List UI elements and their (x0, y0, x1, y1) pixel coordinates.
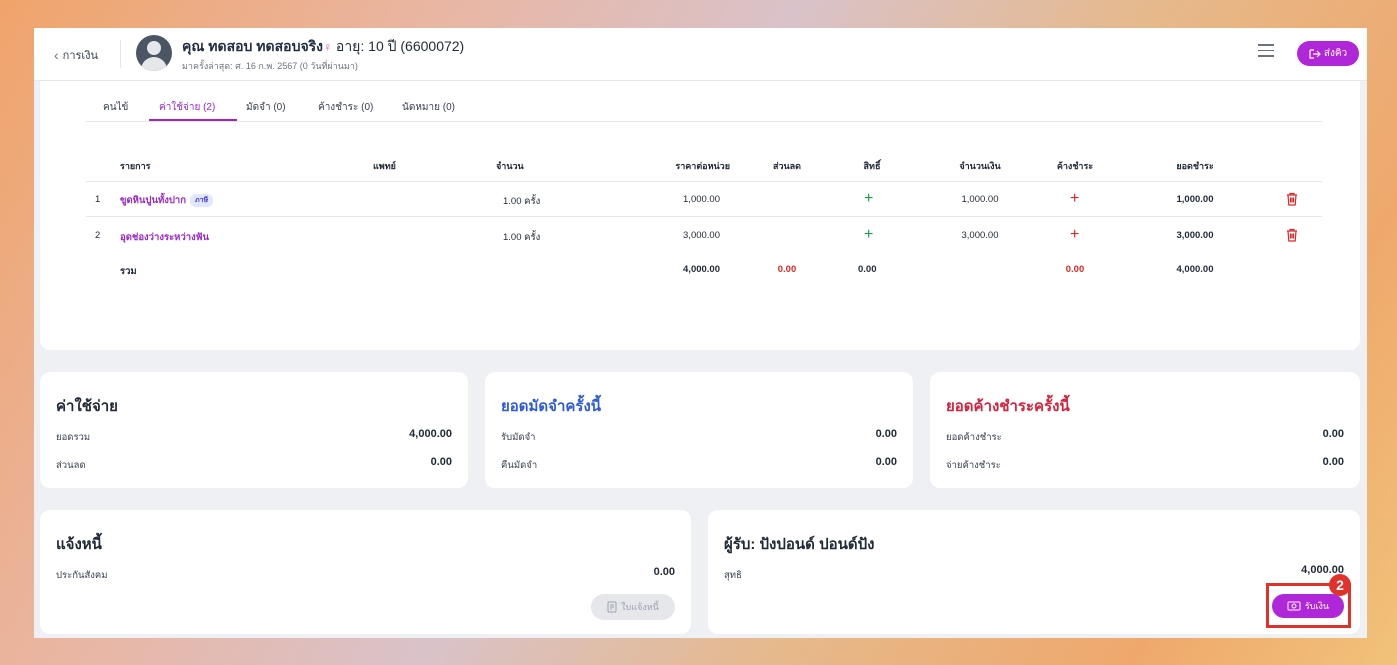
row-unit-price: 1,000.00 (683, 194, 720, 205)
add-outstanding-icon[interactable]: + (1070, 191, 1079, 207)
net-label: สุทธิ (724, 570, 742, 581)
card-title: แจ้งหนี้ (56, 536, 102, 553)
tab-deposit[interactable]: มัดจำ (0) (246, 100, 286, 115)
tab-expenses[interactable]: ค่าใช้จ่าย (2) (159, 100, 215, 115)
tab-patient[interactable]: คนไข้ (103, 100, 128, 115)
add-rights-icon[interactable]: + (864, 191, 873, 207)
col-header-amount: จำนวนเงิน (959, 161, 1001, 171)
total-outstanding: 0.00 (1065, 264, 1085, 275)
row-payable: 1,000.00 (1176, 194, 1214, 205)
debt-card: แจ้งหนี้ ประกันสังคม 0.00 ใบแจ้งหนี้ (40, 510, 691, 634)
menu-icon[interactable] (1258, 44, 1274, 58)
card-title: ยอดค้างชำระครั้งนี้ (946, 398, 1070, 415)
patient-header: ‹ การเงิน คุณ ทดสอบ ทดสอบจริง♀ อายุ: 10 … (34, 28, 1367, 81)
payment-card: ผู้รับ: ปังปอนด์ ปอนด์ปัง สุทธิ 4,000.00… (708, 510, 1360, 634)
document-icon (607, 601, 617, 613)
expense-table-card: คนไข้ ค่าใช้จ่าย (2) มัดจำ (0) ค้างชำระ … (40, 81, 1360, 350)
tab-outstanding[interactable]: ค้างชำระ (0) (318, 100, 373, 115)
row-amount: 3,000.00 (961, 230, 999, 241)
sso-label: ประกันสังคม (56, 570, 108, 581)
total-unit-price: 4,000.00 (683, 264, 720, 275)
table-row-item[interactable]: อุดช่องว่างระหว่างฟัน (120, 230, 209, 245)
outstanding-due-value: 0.00 (1322, 428, 1344, 440)
trash-icon[interactable] (1285, 192, 1299, 206)
patient-name-line: คุณ ทดสอบ ทดสอบจริง♀ อายุ: 10 ปี (660007… (182, 36, 464, 58)
tax-tag: ภาษี (189, 194, 214, 207)
total-label: รวม (120, 266, 137, 277)
discount-value: 0.00 (430, 456, 452, 468)
col-header-outstanding: ค้างชำระ (1056, 161, 1094, 171)
receive-deposit-value: 0.00 (875, 428, 897, 440)
col-header-qty: จำนวน (496, 161, 524, 171)
outstanding-paid-label: จ่ายค้างชำระ (946, 460, 1001, 471)
tab-bar: คนไข้ ค่าใช้จ่าย (2) มัดจำ (0) ค้างชำระ … (86, 81, 1322, 122)
expenses-card: ค่าใช้จ่าย ยอดรวม 4,000.00 ส่วนลด 0.00 (40, 372, 468, 488)
trash-icon[interactable] (1285, 228, 1299, 242)
invoice-button[interactable]: ใบแจ้งหนี้ (591, 594, 675, 620)
row-payable: 3,000.00 (1176, 230, 1214, 241)
female-icon: ♀ (323, 40, 333, 54)
total-rights: 0.00 (858, 264, 877, 275)
discount-label: ส่วนลด (56, 460, 86, 471)
col-header-discount: ส่วนลด (772, 161, 802, 171)
outstanding-due-label: ยอดค้างชำระ (946, 432, 1002, 443)
refund-deposit-value: 0.00 (875, 456, 897, 468)
invoice-label: ใบแจ้งหนี้ (621, 602, 659, 612)
tab-appointments[interactable]: นัดหมาย (0) (402, 100, 455, 115)
table-row-item[interactable]: ขูดหินปูนทั้งปาก ภาษี (120, 193, 214, 208)
step-badge: 2 (1329, 574, 1351, 596)
avatar (136, 35, 172, 71)
refund-deposit-label: คืนมัดจำ (501, 460, 538, 471)
col-header-doctor: แพทย์ (373, 161, 396, 171)
back-label: การเงิน (62, 50, 99, 62)
receive-deposit-label: รับมัดจำ (501, 432, 536, 443)
patient-name: คุณ ทดสอบ ทดสอบจริง (182, 38, 324, 54)
col-header-payable: ยอดชำระ (1176, 161, 1214, 171)
deposit-card: ยอดมัดจำครั้งนี้ รับมัดจำ 0.00 คืนมัดจำ … (485, 372, 913, 488)
send-queue-button[interactable]: ส่งคิว (1297, 41, 1359, 66)
row-number: 1 (95, 194, 101, 205)
exit-arrow-icon (1309, 48, 1321, 59)
divider (120, 40, 121, 68)
col-header-unit-price: ราคาต่อหน่วย (675, 161, 730, 171)
total-value: 4,000.00 (409, 428, 452, 440)
add-rights-icon[interactable]: + (864, 227, 873, 243)
outstanding-paid-value: 0.00 (1322, 456, 1344, 468)
col-header-rights: สิทธิ์ (863, 161, 881, 171)
row-qty: 1.00 ครั้ง (503, 232, 541, 243)
app-window: ‹ การเงิน คุณ ทดสอบ ทดสอบจริง♀ อายุ: 10 … (34, 28, 1367, 638)
outstanding-card: ยอดค้างชำระครั้งนี้ ยอดค้างชำระ 0.00 จ่า… (930, 372, 1360, 488)
card-title: ค่าใช้จ่าย (56, 398, 118, 415)
col-header-item: รายการ (120, 161, 151, 171)
receiver-title: ผู้รับ: ปังปอนด์ ปอนด์ปัง (724, 536, 875, 553)
total-payable: 4,000.00 (1176, 264, 1214, 275)
card-title: ยอดมัดจำครั้งนี้ (501, 398, 602, 415)
add-outstanding-icon[interactable]: + (1070, 227, 1079, 243)
send-queue-label: ส่งคิว (1323, 48, 1348, 59)
last-visit: มาครั้งล่าสุด: ศ. 16 ก.พ. 2567 (0 วันที่… (182, 61, 358, 71)
patient-age: อายุ: 10 ปี (6600072) (335, 38, 465, 54)
total-label: ยอดรวม (56, 432, 91, 443)
row-unit-price: 3,000.00 (683, 230, 720, 241)
chevron-left-icon: ‹ (54, 47, 59, 63)
row-amount: 1,000.00 (961, 194, 999, 205)
total-discount: 0.00 (777, 264, 797, 275)
row-number: 2 (95, 230, 101, 241)
active-tab-indicator (149, 119, 237, 121)
row-qty: 1.00 ครั้ง (503, 196, 541, 207)
sso-value: 0.00 (653, 566, 675, 578)
back-link[interactable]: ‹ การเงิน (54, 46, 98, 64)
